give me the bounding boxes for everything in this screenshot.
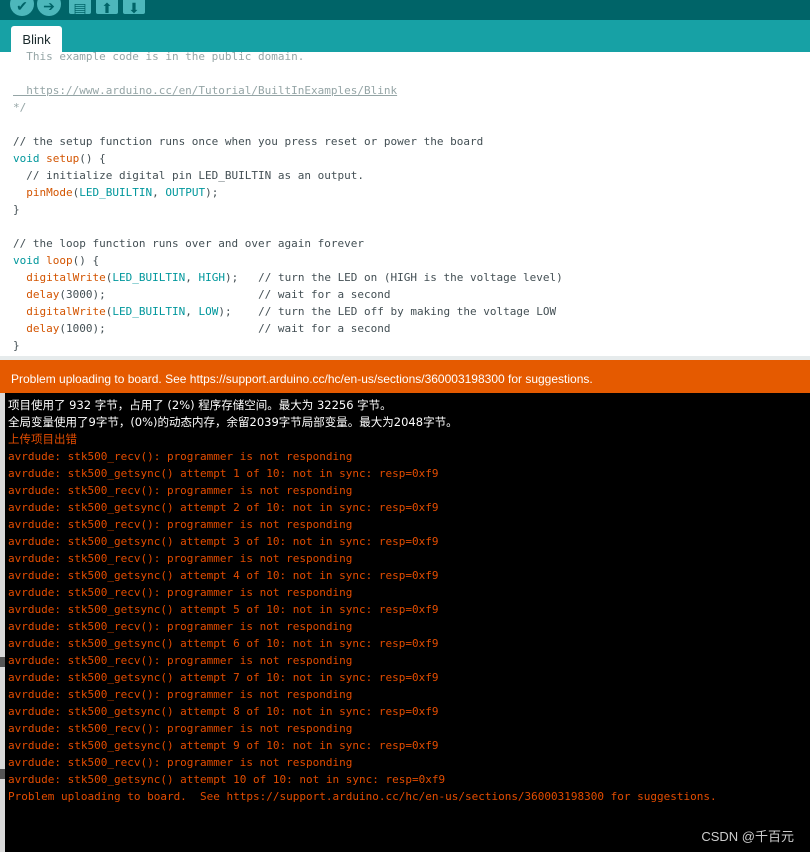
status-bar: Problem uploading to board. See https://… xyxy=(0,360,810,393)
open-button[interactable]: ⬆ xyxy=(96,0,118,16)
checkmark-icon: ✔ xyxy=(16,0,28,14)
console-line: 上传项目出错 xyxy=(8,432,77,446)
console-line: avrdude: stk500_recv(): programmer is no… xyxy=(8,518,353,531)
code-line: delay(1000); // wait for a second xyxy=(26,322,391,335)
code-line: delay(3000); // wait for a second xyxy=(26,288,391,301)
console-line: avrdude: stk500_recv(): programmer is no… xyxy=(8,722,353,735)
new-button[interactable]: ▤ xyxy=(69,0,91,16)
tab-bar: Blink xyxy=(0,20,810,52)
console-line: avrdude: stk500_getsync() attempt 9 of 1… xyxy=(8,739,439,752)
toolbar: ✔ ➔ ▤ ⬆ ⬇ xyxy=(0,0,810,20)
tab-blink[interactable]: Blink xyxy=(11,26,62,52)
console-line: avrdude: stk500_getsync() attempt 4 of 1… xyxy=(8,569,439,582)
open-icon: ⬆ xyxy=(101,0,113,16)
console-line: Problem uploading to board. See https://… xyxy=(8,790,717,803)
code-line: // the setup function runs once when you… xyxy=(13,135,484,148)
console-line: avrdude: stk500_recv(): programmer is no… xyxy=(8,620,353,633)
console-line: avrdude: stk500_recv(): programmer is no… xyxy=(8,450,353,463)
console-line: avrdude: stk500_recv(): programmer is no… xyxy=(8,484,353,497)
code-line: void loop() { xyxy=(13,254,100,267)
code-line: digitalWrite(LED_BUILTIN, LOW); // turn … xyxy=(26,305,557,318)
console-line: avrdude: stk500_getsync() attempt 5 of 1… xyxy=(8,603,439,616)
console-line: avrdude: stk500_recv(): programmer is no… xyxy=(8,688,353,701)
console-line: avrdude: stk500_getsync() attempt 7 of 1… xyxy=(8,671,439,684)
output-console[interactable]: 项目使用了 932 字节，占用了 (2%) 程序存储空间。最大为 32256 字… xyxy=(5,393,810,852)
code-line: digitalWrite(LED_BUILTIN, HIGH); // turn… xyxy=(26,271,563,284)
code-line: void setup() { xyxy=(13,152,106,165)
console-line: 全局变量使用了9字节，(0%)的动态内存，余留2039字节局部变量。最大为204… xyxy=(8,415,458,429)
console-line: avrdude: stk500_getsync() attempt 3 of 1… xyxy=(8,535,439,548)
code-editor[interactable]: This example code is in the public domai… xyxy=(0,52,810,358)
status-message: Problem uploading to board. See https://… xyxy=(11,372,593,386)
code-line: } xyxy=(13,203,20,216)
verify-button[interactable]: ✔ xyxy=(10,0,34,16)
code-line: // the loop function runs over and over … xyxy=(13,237,364,250)
code-line: */ xyxy=(13,101,27,114)
code-line: } xyxy=(13,339,20,352)
code-line: // initialize digital pin LED_BUILTIN as… xyxy=(26,169,365,182)
console-line: avrdude: stk500_getsync() attempt 1 of 1… xyxy=(8,467,439,480)
arrow-right-icon: ➔ xyxy=(43,0,55,14)
watermark: CSDN @千百元 xyxy=(701,829,794,844)
console-line: avrdude: stk500_getsync() attempt 2 of 1… xyxy=(8,501,439,514)
console-line: avrdude: stk500_recv(): programmer is no… xyxy=(8,586,353,599)
save-icon: ⬇ xyxy=(128,0,140,16)
code-line: pinMode(LED_BUILTIN, OUTPUT); xyxy=(26,186,219,199)
new-file-icon: ▤ xyxy=(73,0,87,16)
console-line: avrdude: stk500_getsync() attempt 8 of 1… xyxy=(8,705,439,718)
console-line: avrdude: stk500_recv(): programmer is no… xyxy=(8,552,353,565)
code-line: https://www.arduino.cc/en/Tutorial/Built… xyxy=(13,84,398,97)
upload-button[interactable]: ➔ xyxy=(37,0,61,16)
code-line: This example code is in the public domai… xyxy=(13,52,305,63)
console-line: 项目使用了 932 字节，占用了 (2%) 程序存储空间。最大为 32256 字… xyxy=(8,398,392,412)
console-line: avrdude: stk500_getsync() attempt 10 of … xyxy=(8,773,446,786)
console-line: avrdude: stk500_getsync() attempt 6 of 1… xyxy=(8,637,439,650)
console-line: avrdude: stk500_recv(): programmer is no… xyxy=(8,756,353,769)
save-button[interactable]: ⬇ xyxy=(123,0,145,16)
console-line: avrdude: stk500_recv(): programmer is no… xyxy=(8,654,353,667)
